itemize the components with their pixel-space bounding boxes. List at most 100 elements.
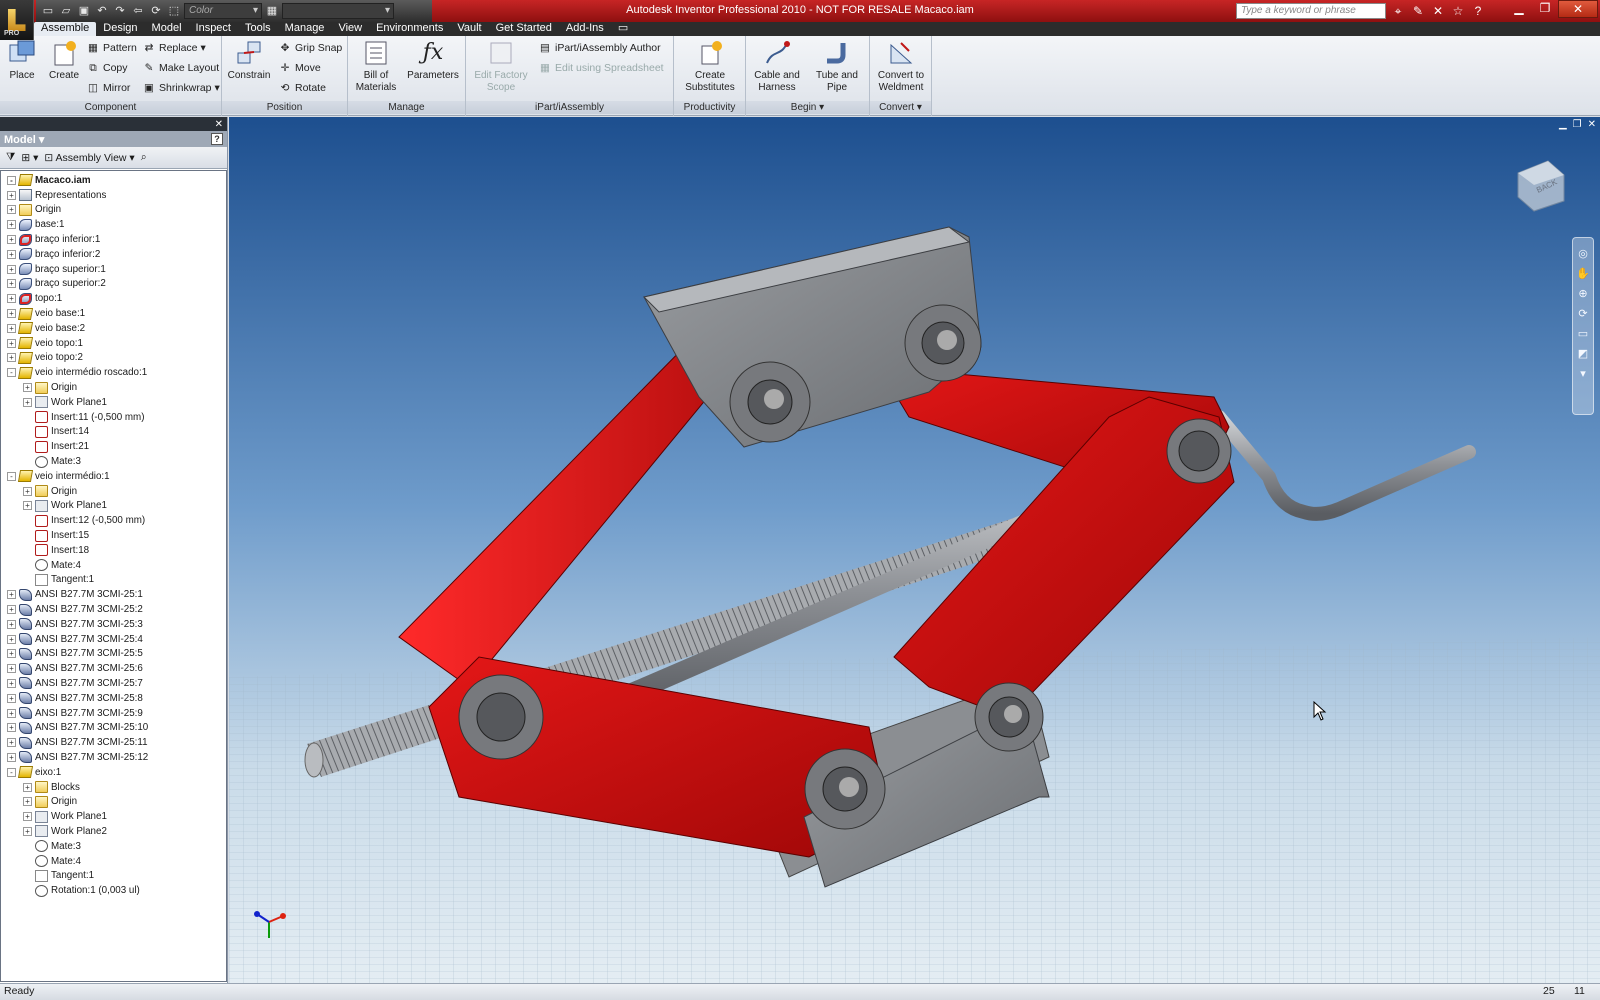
tree-node[interactable]: + Work Plane1 — [1, 809, 226, 824]
tree-node[interactable]: + Representations — [1, 188, 226, 203]
pivot-pin-bottom-right[interactable] — [974, 682, 1044, 752]
minimize-icon[interactable]: ▁ — [1506, 0, 1532, 18]
tree-node[interactable]: + veio topo:2 — [1, 351, 226, 366]
view-selector[interactable]: ⊡ Assembly View ▾ — [44, 152, 134, 164]
expand-toggle-icon[interactable]: + — [23, 397, 32, 407]
bill-of-materials-button[interactable]: Bill of Materials — [352, 38, 400, 94]
expand-toggle-icon[interactable]: + — [23, 797, 32, 807]
expand-toggle-icon[interactable]: + — [7, 190, 16, 200]
move-button[interactable]: ✛ Move — [278, 59, 321, 77]
color-selector[interactable]: Color — [184, 3, 262, 19]
expand-toggle-icon[interactable]: + — [7, 619, 16, 629]
tree-node[interactable]: + ANSI B27.7M 3CMI-25:7 — [1, 676, 226, 691]
tree-node[interactable]: Tangent:1 — [1, 868, 226, 883]
expand-toggle-icon[interactable]: + — [7, 634, 16, 644]
parameters-button[interactable]: ƒx Parameters — [404, 38, 462, 82]
help-icon[interactable]: ? — [1470, 2, 1486, 20]
tree-node[interactable]: + Work Plane1 — [1, 395, 226, 410]
expand-toggle-icon[interactable]: + — [7, 279, 16, 289]
tree-node[interactable]: Mate:3 — [1, 454, 226, 469]
tab-vault[interactable]: Vault — [450, 22, 488, 36]
convert-to-weldment-button[interactable]: Convert to Weldment — [872, 38, 930, 94]
replace-button[interactable]: ⇄ Replace ▾ — [142, 39, 206, 57]
viewport-minimize-icon[interactable]: ▁ — [1559, 119, 1567, 130]
tree-node[interactable]: - veio intermédio roscado:1 — [1, 365, 226, 380]
viewport-close-icon[interactable]: ✕ — [1588, 119, 1596, 130]
constrain-button[interactable]: Constrain — [226, 38, 272, 82]
binoculars-icon[interactable]: ⌖ — [1390, 2, 1406, 20]
tree-node[interactable]: + topo:1 — [1, 291, 226, 306]
expand-toggle-icon[interactable]: + — [7, 723, 16, 733]
expand-toggle-icon[interactable]: + — [7, 323, 16, 333]
look-at-icon[interactable]: ▭ — [1576, 328, 1590, 340]
navbar-more-icon[interactable]: ▾ — [1576, 368, 1590, 380]
expand-toggle-icon[interactable]: + — [7, 294, 16, 304]
tree-node[interactable]: Mate:4 — [1, 558, 226, 573]
create-substitutes-button[interactable]: Create Substitutes — [678, 38, 742, 94]
begin-panel-title[interactable]: Begin ▾ — [746, 101, 869, 114]
tree-node[interactable]: + ANSI B27.7M 3CMI-25:1 — [1, 587, 226, 602]
pivot-pin-left[interactable] — [458, 674, 544, 760]
close-icon[interactable]: ✕ — [1558, 0, 1598, 18]
expand-toggle-icon[interactable]: + — [7, 249, 16, 259]
tree-node[interactable]: + braço superior:2 — [1, 277, 226, 292]
browser-help-icon[interactable]: ? — [211, 133, 223, 145]
find-binoculars-icon[interactable]: ⌕ — [141, 151, 147, 164]
return-icon[interactable]: ⇦ — [130, 3, 146, 19]
expand-toggle-icon[interactable]: + — [7, 235, 16, 245]
edit-factory-scope-button[interactable]: Edit Factory Scope — [470, 38, 532, 94]
expand-toggle-icon[interactable]: + — [7, 693, 16, 703]
expand-toggle-icon[interactable]: + — [23, 812, 32, 822]
application-menu-button[interactable]: PRO — [0, 0, 34, 40]
subscription-icon[interactable]: ✎ — [1410, 2, 1426, 20]
tree-node[interactable]: + braço inferior:2 — [1, 247, 226, 262]
tree-node[interactable]: Tangent:1 — [1, 573, 226, 588]
cable-and-harness-button[interactable]: Cable and Harness — [748, 38, 806, 94]
expand-toggle-icon[interactable]: + — [7, 264, 16, 274]
viewcube[interactable]: BACK — [1508, 153, 1568, 216]
graphics-viewport[interactable]: ▁ ❐ ✕ BACK ◎ ✋ ⊕ ⟳ ▭ ◩ ▾ — [229, 117, 1600, 983]
model-browser-header[interactable]: Model ▾? — [0, 131, 227, 147]
pivot-pin-top-left[interactable] — [729, 361, 811, 443]
tab-assemble[interactable]: Assemble — [34, 22, 97, 36]
pattern-button[interactable]: ▦ Pattern — [86, 39, 137, 57]
ribbon-minimize-icon[interactable]: ▭ — [611, 22, 635, 36]
tree-node[interactable]: Insert:21 — [1, 439, 226, 454]
tree-node[interactable]: + braço superior:1 — [1, 262, 226, 277]
zoom-icon[interactable]: ⊕ — [1576, 288, 1590, 300]
tree-node[interactable]: - eixo:1 — [1, 765, 226, 780]
tab-view[interactable]: View — [331, 22, 369, 36]
tab-design[interactable]: Design — [96, 22, 144, 36]
rotate-button[interactable]: ⟲ Rotate — [278, 79, 326, 97]
tab-add-ins[interactable]: Add-Ins — [559, 22, 611, 36]
tube-and-pipe-button[interactable]: Tube and Pipe — [808, 38, 866, 94]
tree-node[interactable]: + ANSI B27.7M 3CMI-25:6 — [1, 661, 226, 676]
tree-node[interactable]: + ANSI B27.7M 3CMI-25:9 — [1, 706, 226, 721]
mirror-button[interactable]: ◫ Mirror — [86, 79, 130, 97]
favorites-icon[interactable]: ☆ — [1450, 2, 1466, 20]
tree-node[interactable]: Insert:18 — [1, 543, 226, 558]
expand-toggle-icon[interactable]: + — [7, 738, 16, 748]
expand-toggle-icon[interactable]: + — [7, 678, 16, 688]
communication-icon[interactable]: ✕ — [1430, 2, 1446, 20]
tree-node[interactable]: + ANSI B27.7M 3CMI-25:2 — [1, 602, 226, 617]
tree-node[interactable]: + veio base:1 — [1, 306, 226, 321]
tree-node[interactable]: Insert:14 — [1, 425, 226, 440]
update-icon[interactable]: ⟳ — [148, 3, 164, 19]
undo-icon[interactable]: ↶ — [94, 3, 110, 19]
tree-node[interactable]: Rotation:1 (0,003 ul) — [1, 883, 226, 898]
tree-node[interactable]: - Macaco.iam — [1, 173, 226, 188]
tree-node[interactable]: + base:1 — [1, 217, 226, 232]
expand-toggle-icon[interactable]: + — [7, 205, 16, 215]
tree-node[interactable]: + Work Plane2 — [1, 824, 226, 839]
tree-node[interactable]: + Origin — [1, 203, 226, 218]
tree-node[interactable]: Insert:15 — [1, 528, 226, 543]
orbit-icon[interactable]: ⟳ — [1576, 308, 1590, 320]
expand-toggle-icon[interactable]: + — [23, 782, 32, 792]
tree-node[interactable]: + ANSI B27.7M 3CMI-25:3 — [1, 617, 226, 632]
tree-node[interactable]: + ANSI B27.7M 3CMI-25:8 — [1, 691, 226, 706]
expand-toggle-icon[interactable]: + — [7, 338, 16, 348]
expand-toggle-icon[interactable]: + — [23, 826, 32, 836]
tree-node[interactable]: + ANSI B27.7M 3CMI-25:10 — [1, 720, 226, 735]
expand-toggle-icon[interactable]: + — [7, 309, 16, 319]
